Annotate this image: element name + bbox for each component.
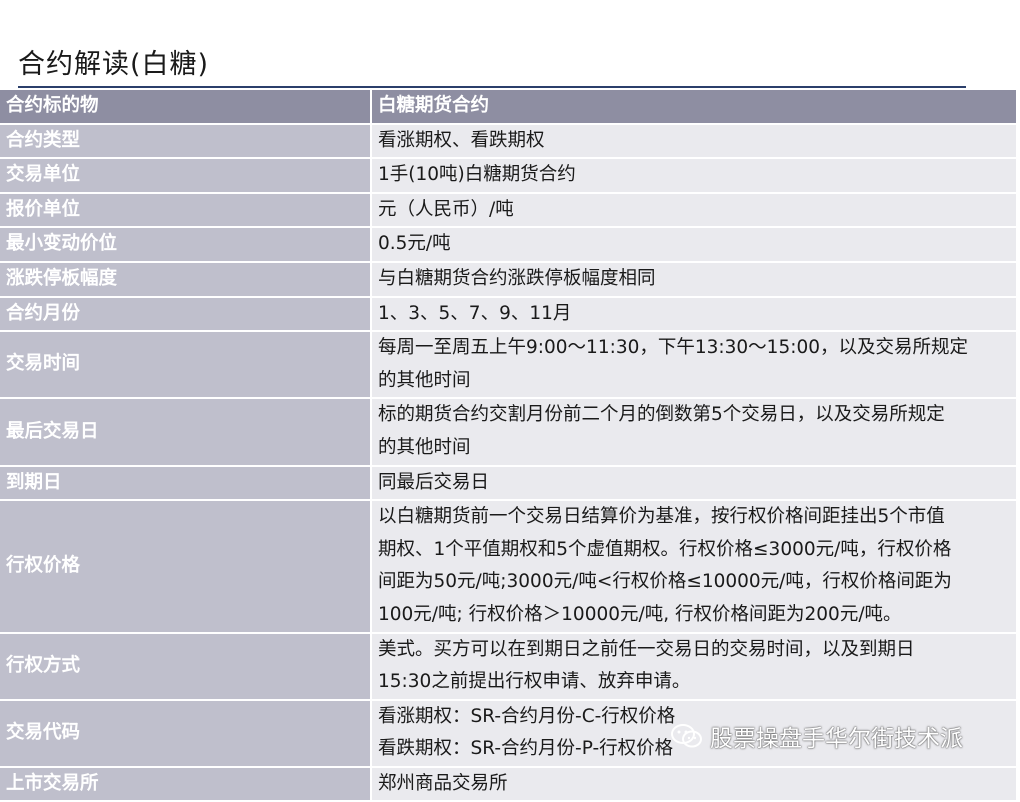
value-line: 每周一至周五上午9:00～11:30，下午13:30～15:00，以及交易所规定 — [378, 337, 968, 359]
value-line: 的其他时间 — [378, 436, 471, 458]
row-value: 0.5元/吨 — [371, 227, 1016, 263]
row-label: 合约类型 — [0, 123, 372, 160]
table-row: 到期日 同最后交易日 — [0, 465, 1016, 502]
table-row: 交易单位 1手(10吨)白糖期货合约 — [0, 158, 1016, 194]
row-value: 每周一至周五上午9:00～11:30，下午13:30～15:00，以及交易所规定… — [371, 331, 1016, 400]
value-line: 白糖期货合约 — [378, 95, 490, 116]
value-line: 元（人民币）/吨 — [378, 198, 514, 220]
watermark-text: 股票操盘手华尔街技术派 — [710, 726, 963, 752]
table-row: 报价单位 元（人民币）/吨 — [0, 192, 1016, 229]
row-label: 行权价格 — [0, 500, 372, 634]
row-value: 同最后交易日 — [371, 465, 1016, 502]
value-line: 1手(10吨)白糖期货合约 — [378, 164, 576, 186]
row-value: 以白糖期货前一个交易日结算价为基准，按行权价格间距挂出5个市值 期权、1个平值期权… — [371, 500, 1016, 634]
table-row: 行权价格 以白糖期货前一个交易日结算价为基准，按行权价格间距挂出5个市值 期权、1个… — [0, 500, 1016, 634]
row-value: 标的期货合约交割月份前二个月的倒数第5个交易日，以及交易所规定 的其他时间 — [371, 398, 1016, 467]
value-line: 标的期货合约交割月份前二个月的倒数第5个交易日，以及交易所规定 — [378, 404, 945, 426]
page-title: 合约解读(白糖) — [18, 49, 210, 80]
row-value: 1、3、5、7、9、11月 — [371, 296, 1016, 333]
contract-spec-table: 合约标的物 白糖期货合约 合约类型 看涨期权、看跌期权 交易单位 1手(10吨)白糖期货合… — [0, 90, 1016, 802]
row-value: 看涨期权、看跌期权 — [371, 123, 1016, 160]
row-label: 最后交易日 — [0, 398, 372, 467]
row-value: 元（人民币）/吨 — [371, 192, 1016, 229]
value-line: 1、3、5、7、9、11月 — [378, 302, 572, 324]
value-line: 期权、1个平值期权和5个虚值期权。行权价格≤3000元/吨，行权价格 — [378, 538, 952, 560]
row-label: 最小变动价位 — [0, 227, 372, 263]
value-line: 美式。买方可以在到期日之前任一交易日的交易时间，以及到期日 — [378, 638, 915, 660]
watermark: 股票操盘手华尔街技术派 — [670, 719, 963, 753]
table-header-row: 合约标的物 白糖期货合约 — [0, 90, 1016, 125]
table-row: 行权方式 美式。买方可以在到期日之前任一交易日的交易时间，以及到期日 15:30之前… — [0, 632, 1016, 701]
value-line: 间距为50元/吨;3000元/吨<行权价格≤10000元/吨，行权价格间距为 — [378, 571, 952, 593]
title-bar: 合约解读(白糖) — [18, 44, 966, 88]
table-row: 交易时间 每周一至周五上午9:00～11:30，下午13:30～15:00，以及交… — [0, 331, 1016, 400]
value-line: 郑州商品交易所 — [378, 772, 508, 794]
row-value: 白糖期货合约 — [371, 90, 1016, 125]
table-row: 最后交易日 标的期货合约交割月份前二个月的倒数第5个交易日，以及交易所规定 的其他时… — [0, 398, 1016, 467]
row-value: 郑州商品交易所 — [371, 766, 1016, 802]
row-value: 与白糖期货合约涨跌停板幅度相同 — [371, 261, 1016, 298]
value-line: 100元/吨; 行权价格＞10000元/吨, 行权价格间距为200元/吨。 — [378, 603, 902, 625]
row-value: 1手(10吨)白糖期货合约 — [371, 158, 1016, 194]
table-row: 上市交易所 郑州商品交易所 — [0, 766, 1016, 802]
row-label: 交易单位 — [0, 158, 372, 194]
table-row: 最小变动价位 0.5元/吨 — [0, 227, 1016, 263]
value-line: 以白糖期货前一个交易日结算价为基准，按行权价格间距挂出5个市值 — [378, 506, 945, 528]
row-value: 美式。买方可以在到期日之前任一交易日的交易时间，以及到期日 15:30之前提出行权… — [371, 632, 1016, 701]
row-label: 交易时间 — [0, 331, 372, 400]
value-line: 同最后交易日 — [378, 471, 490, 493]
table-row: 合约类型 看涨期权、看跌期权 — [0, 123, 1016, 160]
value-line: 的其他时间 — [378, 369, 471, 391]
row-label: 到期日 — [0, 465, 372, 502]
row-label: 报价单位 — [0, 192, 372, 229]
value-line: 15:30之前提出行权申请、放弃申请。 — [378, 671, 691, 693]
row-label: 行权方式 — [0, 632, 372, 701]
row-label: 涨跌停板幅度 — [0, 261, 372, 298]
table-row: 合约月份 1、3、5、7、9、11月 — [0, 296, 1016, 333]
wechat-icon — [671, 724, 702, 748]
row-label: 上市交易所 — [0, 766, 372, 802]
table-row: 涨跌停板幅度 与白糖期货合约涨跌停板幅度相同 — [0, 261, 1016, 298]
value-line: 与白糖期货合约涨跌停板幅度相同 — [378, 267, 656, 289]
value-line: 看涨期权、看跌期权 — [378, 129, 545, 151]
row-label: 交易代码 — [0, 699, 372, 768]
row-label: 合约月份 — [0, 296, 372, 333]
row-label: 合约标的物 — [0, 90, 372, 125]
value-line: 0.5元/吨 — [378, 233, 451, 255]
